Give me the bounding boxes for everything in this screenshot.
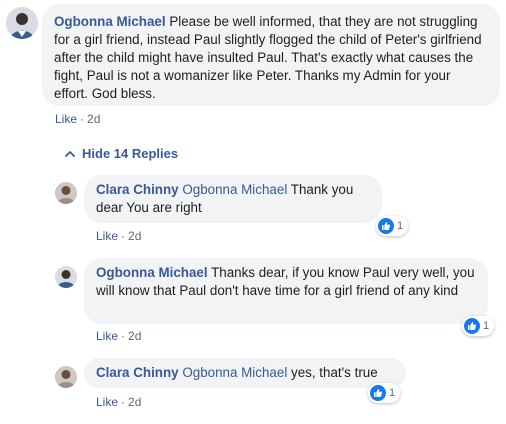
reply-bubble: Clara Chinny Ogbonna Michael Thank you d… [84, 175, 382, 223]
like-button[interactable]: Like [96, 395, 118, 409]
timestamp[interactable]: 2d [128, 329, 141, 343]
avatar[interactable] [6, 7, 38, 39]
reply-author[interactable]: Clara Chinny [96, 182, 179, 197]
reaction-count-value: 1 [483, 320, 490, 332]
chevron-up-icon [65, 150, 75, 157]
reaction-count[interactable]: 1 [368, 383, 401, 403]
separator-dot: · [121, 229, 126, 243]
reaction-count[interactable]: 1 [462, 316, 495, 336]
reaction-count-value: 1 [389, 387, 396, 399]
separator-dot: · [121, 329, 126, 343]
comment-author[interactable]: Ogbonna Michael [54, 14, 166, 29]
comment-meta: Like · 2d [55, 112, 100, 126]
person-avatar-icon [6, 7, 38, 39]
avatar[interactable] [55, 366, 77, 388]
reply-mention[interactable]: Ogbonna Michael [182, 182, 287, 197]
reply-meta: Like · 2d [96, 329, 141, 343]
like-button[interactable]: Like [55, 112, 77, 126]
comment-bubble: Ogbonna Michael Please be well informed,… [42, 4, 500, 106]
avatar[interactable] [55, 266, 77, 288]
separator-dot: · [121, 395, 126, 409]
reply-meta: Like · 2d [96, 395, 141, 409]
like-button[interactable]: Like [96, 329, 118, 343]
reply-author[interactable]: Clara Chinny [96, 365, 179, 380]
thumbs-up-icon [378, 218, 394, 234]
reply-mention[interactable]: Ogbonna Michael [182, 365, 287, 380]
person-avatar-icon [55, 266, 77, 288]
comment-thread: Ogbonna Michael Please be well informed,… [0, 0, 506, 424]
thumbs-up-icon [370, 385, 386, 401]
thumbs-up-icon [464, 318, 480, 334]
reply-bubble: Clara Chinny Ogbonna Michael yes, that's… [84, 358, 406, 388]
person-avatar-icon [55, 366, 77, 388]
avatar[interactable] [55, 182, 77, 204]
timestamp[interactable]: 2d [128, 229, 141, 243]
reply-bubble: Ogbonna Michael Thanks dear, if you know… [84, 258, 488, 324]
person-avatar-icon [55, 182, 77, 204]
reply-author[interactable]: Ogbonna Michael [96, 265, 208, 280]
reply-meta: Like · 2d [96, 229, 141, 243]
hide-replies-button[interactable]: Hide 14 Replies [64, 146, 178, 161]
reaction-count[interactable]: 1 [376, 216, 409, 236]
hide-replies-label: Hide 14 Replies [82, 146, 179, 161]
reaction-count-value: 1 [397, 220, 404, 232]
like-button[interactable]: Like [96, 229, 118, 243]
timestamp[interactable]: 2d [87, 112, 100, 126]
timestamp[interactable]: 2d [128, 395, 141, 409]
reply-text: yes, that's true [287, 365, 378, 380]
separator-dot: · [80, 112, 85, 126]
